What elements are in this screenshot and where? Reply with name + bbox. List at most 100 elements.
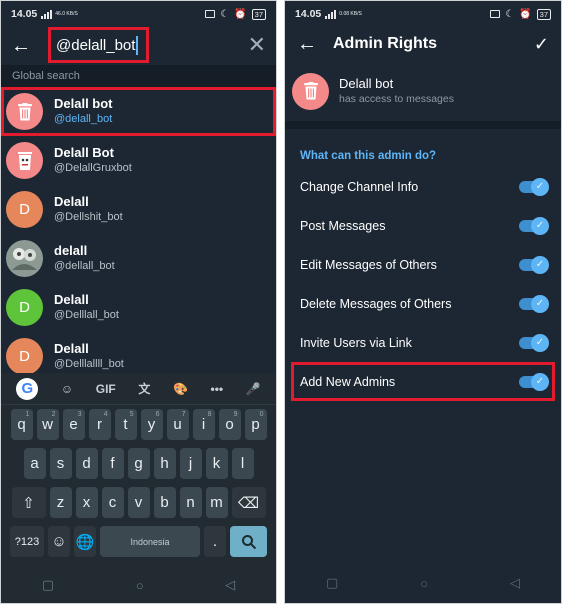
search-result-item[interactable]: D Delall @Delllallll_bot bbox=[1, 332, 276, 373]
microphone-icon[interactable]: 🎤 bbox=[246, 382, 261, 396]
permission-row[interactable]: Edit Messages of Others ✓ bbox=[285, 245, 561, 284]
keyboard-key[interactable]: s bbox=[49, 448, 72, 479]
palette-icon[interactable]: 🎨 bbox=[173, 382, 188, 396]
permission-row[interactable]: Invite Users via Link ✓ bbox=[285, 323, 561, 362]
permission-toggle[interactable]: ✓ bbox=[519, 333, 549, 352]
result-username: @Delllallll_bot bbox=[54, 358, 124, 370]
keyboard-key[interactable]: t5 bbox=[114, 409, 137, 440]
keyboard-key[interactable]: v bbox=[127, 487, 150, 518]
permission-row[interactable]: Post Messages ✓ bbox=[285, 206, 561, 245]
keyboard-key[interactable]: o9 bbox=[218, 409, 241, 440]
keyboard-key[interactable]: c bbox=[101, 487, 124, 518]
battery-indicator: 37 bbox=[536, 8, 551, 20]
space-key[interactable]: Indonesia bbox=[100, 526, 200, 557]
keyboard-row: ?123 ☺ 🌐 Indonesia. bbox=[3, 526, 274, 557]
keyboard-key[interactable]: l bbox=[231, 448, 254, 479]
keyboard-key[interactable]: n bbox=[179, 487, 202, 518]
key-letter: p bbox=[251, 416, 260, 433]
back-nav-icon[interactable]: ◁ bbox=[510, 575, 520, 591]
search-result-item[interactable]: Delall Bot @DelallGruxbot bbox=[1, 136, 276, 185]
keyboard-key[interactable]: j bbox=[179, 448, 202, 479]
keyboard-keys: q 1 w 2 e 3 r 4 t 5 y 6 u 7 i 8 o 9 p 0 a s d f g h j k l ⇧ z x c v b n m ⌫ ?1… bbox=[1, 405, 276, 557]
permission-row[interactable]: Delete Messages of Others ✓ bbox=[285, 284, 561, 323]
home-icon[interactable]: ○ bbox=[420, 576, 428, 591]
admin-rights-screen: 14.05 0.08 KB/S ☾ ⏰ 37 ← Admin Rights ✓ … bbox=[284, 0, 562, 604]
keyboard-key[interactable]: m bbox=[205, 487, 228, 518]
key-number-hint: 7 bbox=[181, 411, 186, 418]
shift-key[interactable]: ⇧ bbox=[11, 487, 46, 518]
globe-key[interactable]: 🌐 bbox=[74, 526, 96, 557]
sticker-icon[interactable]: ☺ bbox=[61, 382, 73, 396]
keyboard-key[interactable]: k bbox=[205, 448, 228, 479]
keyboard-key[interactable]: q1 bbox=[10, 409, 33, 440]
result-username: @Dellshit_bot bbox=[54, 211, 123, 223]
keyboard-key[interactable]: z bbox=[49, 487, 72, 518]
result-name: Delall Bot bbox=[54, 145, 114, 160]
key-letter: r bbox=[97, 416, 102, 433]
result-username: @Delllall_bot bbox=[54, 309, 119, 321]
keyboard-key[interactable]: w2 bbox=[36, 409, 59, 440]
permission-toggle[interactable]: ✓ bbox=[519, 216, 549, 235]
emoji-key[interactable]: ☺ bbox=[48, 526, 70, 557]
cast-icon bbox=[490, 10, 501, 18]
permission-label: Invite Users via Link bbox=[300, 335, 412, 350]
permission-toggle[interactable]: ✓ bbox=[519, 294, 549, 313]
bot-profile: Delall bot has access to messages bbox=[285, 61, 561, 121]
avatar bbox=[6, 93, 43, 130]
keyboard-key[interactable]: e3 bbox=[62, 409, 85, 440]
trash-face-icon bbox=[17, 151, 32, 170]
permission-toggle[interactable]: ✓ bbox=[519, 255, 549, 274]
cast-icon bbox=[205, 10, 216, 18]
key-letter: i bbox=[201, 416, 206, 433]
permission-row[interactable]: Add New Admins ✓ bbox=[291, 362, 555, 401]
search-result-item[interactable]: D Delall @Dellshit_bot bbox=[1, 185, 276, 234]
home-icon[interactable]: ○ bbox=[136, 578, 144, 593]
keyboard-key[interactable]: y6 bbox=[140, 409, 163, 440]
recents-icon[interactable]: ▢ bbox=[326, 575, 338, 591]
close-icon[interactable]: ✕ bbox=[248, 34, 266, 56]
search-key[interactable] bbox=[230, 526, 267, 557]
confirm-check-icon[interactable]: ✓ bbox=[534, 34, 549, 55]
keyboard-key[interactable]: r4 bbox=[88, 409, 111, 440]
gif-button[interactable]: GIF bbox=[96, 382, 116, 396]
back-nav-icon[interactable]: ◁ bbox=[225, 577, 235, 593]
recents-icon[interactable]: ▢ bbox=[42, 577, 54, 593]
keyboard-key[interactable]: h bbox=[153, 448, 176, 479]
key-letter: y bbox=[147, 416, 156, 433]
permission-label: Add New Admins bbox=[300, 374, 396, 389]
more-icon[interactable]: ••• bbox=[211, 382, 224, 396]
keyboard-key[interactable]: g bbox=[127, 448, 150, 479]
result-name: Delall bbox=[54, 194, 89, 209]
avatar: D bbox=[6, 338, 43, 373]
keyboard-toolbar: G ☺ GIF 文 🎨 ••• 🎤 bbox=[1, 373, 276, 405]
keyboard-key[interactable]: d bbox=[75, 448, 98, 479]
permission-toggle[interactable]: ✓ bbox=[519, 372, 549, 391]
period-key[interactable]: . bbox=[204, 526, 226, 557]
back-arrow-icon[interactable]: ← bbox=[297, 34, 319, 54]
search-result-item[interactable]: delall @dellall_bot bbox=[1, 234, 276, 283]
keyboard-key[interactable]: b bbox=[153, 487, 176, 518]
back-arrow-icon[interactable]: ← bbox=[11, 36, 33, 56]
keyboard-key[interactable]: u7 bbox=[166, 409, 189, 440]
check-icon: ✓ bbox=[531, 372, 549, 391]
key-letter: t bbox=[123, 416, 128, 433]
keyboard-key[interactable]: i8 bbox=[192, 409, 215, 440]
status-time: 14.05 bbox=[11, 8, 38, 20]
translate-icon[interactable]: 文 bbox=[138, 380, 150, 397]
search-input[interactable]: @delall_bot bbox=[48, 27, 149, 63]
search-result-item[interactable]: Delall bot @delall_bot bbox=[1, 87, 276, 136]
search-result-item[interactable]: D Delall @Delllall_bot bbox=[1, 283, 276, 332]
keyboard-key[interactable]: a bbox=[23, 448, 46, 479]
status-bar: 14.05 0.08 KB/S ☾ ⏰ 37 bbox=[285, 1, 561, 27]
symbols-key[interactable]: ?123 bbox=[10, 526, 44, 557]
keyboard-key[interactable]: f bbox=[101, 448, 124, 479]
bot-subtitle: has access to messages bbox=[339, 93, 454, 105]
permission-toggle[interactable]: ✓ bbox=[519, 177, 549, 196]
google-icon[interactable]: G bbox=[16, 377, 39, 400]
alarm-icon: ⏰ bbox=[519, 8, 532, 20]
key-number-hint: 9 bbox=[233, 411, 238, 418]
backspace-key[interactable]: ⌫ bbox=[231, 487, 266, 518]
permission-row[interactable]: Change Channel Info ✓ bbox=[285, 167, 561, 206]
keyboard-key[interactable]: x bbox=[75, 487, 98, 518]
keyboard-key[interactable]: p0 bbox=[244, 409, 267, 440]
